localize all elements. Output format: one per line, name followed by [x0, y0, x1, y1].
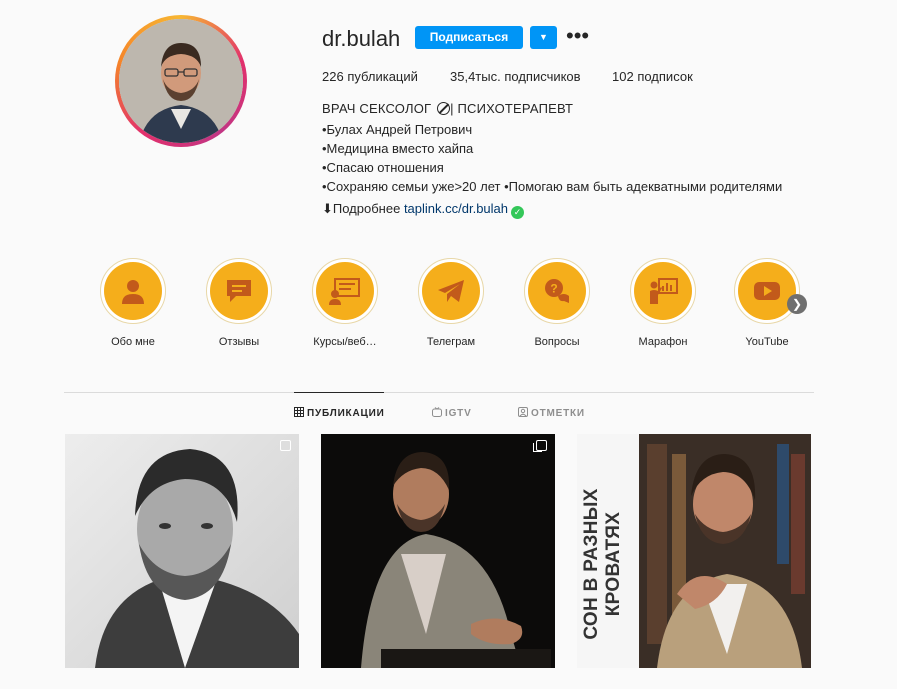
tab-igtv[interactable]: IGTV	[432, 407, 472, 419]
bio-line: •Булах Андрей Петрович	[322, 122, 473, 137]
posts-count-label: публикаций	[347, 69, 418, 84]
tab-tagged[interactable]: ОТМЕТКИ	[518, 407, 585, 419]
highlight-ring	[418, 258, 484, 324]
tab-label: ОТМЕТКИ	[531, 408, 585, 419]
person-icon	[122, 280, 144, 304]
following-count-label: подписок	[637, 69, 693, 84]
youtube-icon	[754, 282, 780, 300]
question-icon: ?	[545, 279, 569, 303]
chevron-right-icon: ❯	[791, 297, 803, 311]
highlight-ring	[734, 258, 800, 324]
tabs-divider	[64, 392, 814, 393]
highlight-marathon[interactable]: Марафон	[618, 258, 708, 348]
bio-title: ВРАЧ СЕКСОЛОГ | ПСИХОТЕРАПЕВТ	[322, 101, 573, 116]
highlight-label: Курсы/веб…	[313, 336, 377, 348]
followers-count-value: 35,4тыс.	[450, 69, 501, 84]
svg-text:?: ?	[550, 282, 557, 296]
highlight-cover	[422, 262, 480, 320]
bio-title-text: ВРАЧ СЕКСОЛОГ	[322, 101, 432, 116]
highlight-cover	[104, 262, 162, 320]
posts-count: 226 публикаций	[322, 69, 418, 84]
bio-more-text: ⬇Подробнее	[322, 201, 401, 216]
more-horizontal-icon: •••	[566, 23, 590, 48]
highlight-cover	[316, 262, 374, 320]
avatar-photo	[119, 19, 243, 143]
webinar-icon	[329, 278, 360, 305]
following-count[interactable]: 102 подписок	[612, 69, 693, 84]
tab-label: IGTV	[445, 408, 472, 419]
telegram-icon	[438, 280, 464, 302]
highlight-cover: ?	[528, 262, 586, 320]
bio-link[interactable]: taplink.cc/dr.bulah	[404, 201, 508, 216]
suggestions-dropdown-button[interactable]: ▼	[530, 26, 557, 49]
avatar-portrait	[119, 19, 243, 143]
highlight-ring	[312, 258, 378, 324]
highlight-cover	[210, 262, 268, 320]
post-caption-text: СОН В РАЗНЫХ КРОВАТЯХ	[581, 488, 624, 640]
highlight-courses[interactable]: Курсы/веб…	[300, 258, 390, 348]
post-caption-overlay: СОН В РАЗНЫХ КРОВАТЯХ	[581, 464, 637, 664]
profile-avatar[interactable]	[115, 15, 247, 147]
igtv-icon	[432, 407, 442, 417]
highlights-next-button[interactable]: ❯	[787, 294, 807, 314]
tab-label: ПУБЛИКАЦИИ	[307, 408, 385, 419]
highlight-ring: ?	[524, 258, 590, 324]
highlight-label: Обо мне	[111, 336, 155, 348]
carousel-icon	[280, 440, 291, 451]
post-thumbnail[interactable]: СОН В РАЗНЫХ КРОВАТЯХ	[577, 434, 811, 668]
highlight-label: Отзывы	[218, 336, 260, 348]
highlight-label: Марафон	[638, 336, 688, 348]
tag-icon	[518, 407, 528, 417]
highlight-about[interactable]: Обо мне	[88, 258, 178, 348]
followers-count-label: подписчиков	[504, 69, 581, 84]
carousel-icon	[533, 440, 547, 452]
highlight-ring	[630, 258, 696, 324]
bio-line: •Сохраняю семьи уже>20 лет •Помогаю вам …	[322, 179, 783, 194]
highlight-cover	[634, 262, 692, 320]
verified-check-icon: ✓	[511, 206, 525, 219]
highlight-cover	[738, 262, 796, 320]
grid-icon	[294, 407, 304, 417]
highlight-questions[interactable]: ? Вопросы	[512, 258, 602, 348]
highlight-ring	[100, 258, 166, 324]
post-thumbnail[interactable]	[321, 434, 555, 668]
more-options-button[interactable]: •••	[566, 22, 589, 50]
bio-line: •Медицина вместо хайпа	[322, 141, 474, 156]
bio-title-text-2: | ПСИХОТЕРАПЕВТ	[450, 101, 574, 116]
highlight-ring	[206, 258, 272, 324]
posts-count-value: 226	[322, 69, 344, 84]
chat-icon	[227, 280, 251, 302]
highlight-telegram[interactable]: Телеграм	[406, 258, 496, 348]
highlight-label: Телеграм	[426, 336, 476, 348]
highlight-reviews[interactable]: Отзывы	[194, 258, 284, 348]
post-photo	[65, 434, 299, 668]
following-count-value: 102	[612, 69, 634, 84]
post-thumbnail[interactable]	[65, 434, 299, 668]
highlight-label: YouTube	[745, 336, 789, 348]
post-photo	[321, 434, 555, 668]
followers-count[interactable]: 35,4тыс. подписчиков	[450, 69, 581, 84]
follow-button[interactable]: Подписаться	[415, 26, 523, 49]
bio-more-line: ⬇Подробнее taplink.cc/dr.bulah ✓	[322, 201, 525, 219]
highlight-label: Вопросы	[534, 336, 580, 348]
bio-line: •Спасаю отношения	[322, 160, 444, 175]
presentation-icon	[650, 278, 678, 304]
tab-posts[interactable]: ПУБЛИКАЦИИ	[294, 407, 385, 419]
chevron-down-icon: ▼	[539, 32, 548, 42]
prohibited-icon	[437, 102, 451, 115]
active-tab-indicator	[294, 392, 384, 393]
profile-username: dr.bulah	[322, 26, 401, 51]
